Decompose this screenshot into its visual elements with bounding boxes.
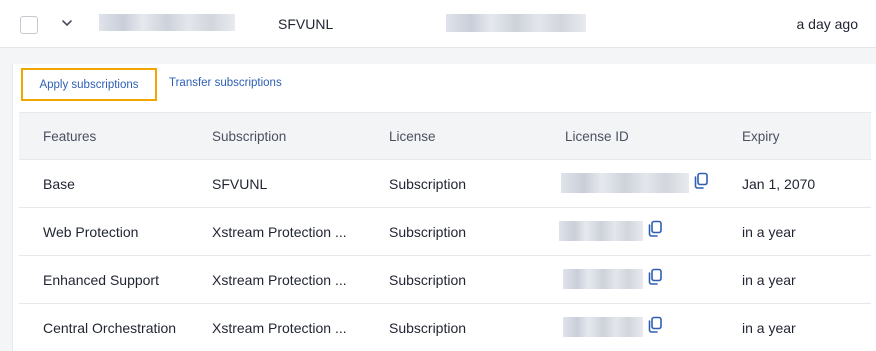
expiry-cell: in a year	[742, 272, 796, 288]
table-row: Base SFVUNL Subscription Jan 1, 2070	[19, 160, 871, 208]
select-checkbox[interactable]	[20, 16, 38, 34]
feature-cell: Enhanced Support	[43, 272, 159, 288]
license-cell: Subscription	[389, 320, 467, 336]
device-name-redacted	[99, 14, 235, 31]
feature-cell: Base	[43, 176, 75, 192]
license-id-redacted	[559, 221, 643, 241]
table-row: Central Orchestration Xstream Protection…	[19, 304, 871, 351]
license-id-redacted	[563, 269, 643, 289]
expiry-cell: in a year	[742, 320, 796, 336]
header-features: Features	[43, 129, 97, 144]
table-row: Enhanced Support Xstream Protection ... …	[19, 256, 871, 304]
subscription-cell: Xstream Protection ...	[212, 272, 347, 288]
license-cell: Subscription	[389, 272, 467, 288]
license-cell: Subscription	[389, 176, 467, 192]
apply-subscriptions-link[interactable]: Apply subscriptions	[21, 68, 157, 101]
subscription-cell: Xstream Protection ...	[212, 224, 347, 240]
table-row: Web Protection Xstream Protection ... Su…	[19, 208, 871, 256]
copy-icon[interactable]	[647, 268, 663, 286]
license-id-redacted	[563, 317, 643, 337]
expiry-cell: in a year	[742, 224, 796, 240]
subscription-cell: SFVUNL	[212, 176, 268, 192]
header-subscription: Subscription	[212, 129, 287, 144]
header-expiry: Expiry	[742, 129, 780, 144]
license-id-redacted	[561, 173, 689, 193]
feature-cell: Web Protection	[43, 224, 139, 240]
expiry-cell: Jan 1, 2070	[742, 176, 816, 192]
device-row[interactable]: SFVUNL a day ago	[0, 0, 876, 48]
device-model: SFVUNL	[278, 16, 334, 32]
table-header: Features Subscription License License ID…	[19, 112, 871, 160]
last-seen-text: a day ago	[796, 16, 859, 32]
license-cell: Subscription	[389, 224, 467, 240]
subscriptions-table: Features Subscription License License ID…	[19, 112, 871, 351]
header-license: License	[389, 129, 436, 144]
subscriptions-panel: Apply subscriptions Transfer subscriptio…	[12, 64, 876, 351]
transfer-subscriptions-link[interactable]: Transfer subscriptions	[169, 77, 282, 89]
feature-cell: Central Orchestration	[43, 320, 177, 336]
chevron-down-icon[interactable]	[59, 15, 75, 31]
serial-number-redacted	[446, 14, 586, 32]
copy-icon[interactable]	[647, 316, 663, 334]
subscription-cell: Xstream Protection ...	[212, 320, 347, 336]
copy-icon[interactable]	[693, 172, 709, 190]
copy-icon[interactable]	[647, 220, 663, 238]
header-license-id: License ID	[565, 129, 629, 144]
